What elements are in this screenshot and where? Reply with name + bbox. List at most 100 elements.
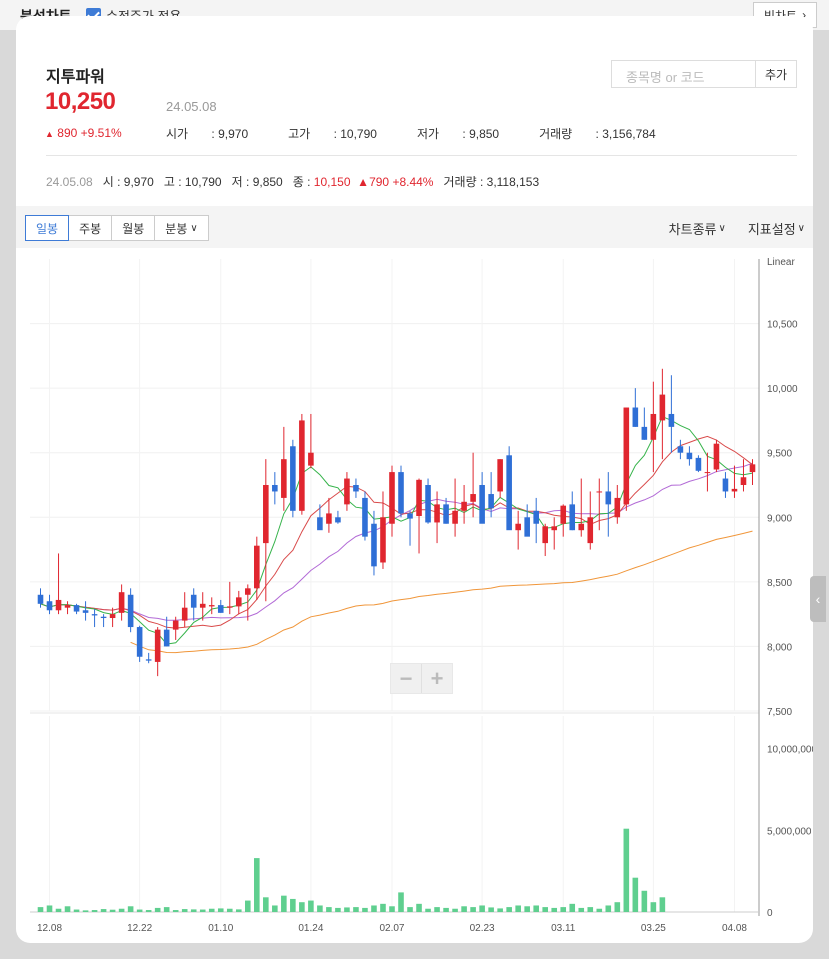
candle	[542, 526, 549, 544]
volume-bar	[470, 907, 476, 912]
candle	[109, 614, 116, 619]
volume-tick-label: 5,000,000	[767, 826, 812, 837]
x-tick-label: 03.25	[641, 923, 666, 934]
volume-bar	[407, 907, 413, 912]
volume-bar	[641, 890, 648, 912]
candle	[497, 459, 503, 492]
volume-bar	[380, 903, 386, 912]
candle	[524, 517, 530, 537]
volume-bar	[596, 908, 603, 912]
volume-bar	[479, 905, 485, 912]
candle	[353, 485, 359, 492]
volume-bar	[524, 906, 530, 912]
volume-bar	[578, 907, 585, 912]
candle	[199, 603, 206, 608]
price-tick-label: 10,000	[767, 384, 798, 395]
candle	[91, 614, 98, 616]
volume-bar	[235, 909, 242, 912]
price-tick-label: 9,500	[767, 449, 792, 460]
candle	[425, 485, 431, 523]
volume-tick-label: 10,000,000	[767, 745, 813, 756]
zoom-in-button[interactable]: +	[422, 664, 452, 693]
candle	[722, 478, 729, 492]
candle	[641, 426, 648, 440]
x-tick-label: 12.22	[127, 923, 152, 934]
candle	[578, 523, 585, 531]
price-tick-label: 10,500	[767, 320, 798, 331]
volume-bar	[73, 909, 80, 912]
volume-bar	[172, 910, 179, 912]
volume-bar	[308, 900, 314, 912]
candle	[731, 488, 738, 492]
x-tick-label: 02.07	[379, 923, 404, 934]
candle	[605, 491, 612, 505]
candle	[64, 605, 71, 608]
candle	[290, 446, 296, 511]
volume-bar	[632, 877, 639, 912]
volume-bar	[37, 907, 44, 912]
candle	[443, 504, 449, 524]
volume-bar	[263, 897, 269, 912]
candle	[281, 459, 287, 498]
volume-bar	[398, 892, 404, 912]
candle	[100, 616, 107, 619]
candle	[587, 517, 594, 544]
candle	[650, 413, 657, 440]
volume-bar	[533, 905, 539, 912]
candle	[118, 592, 125, 613]
volume-bar	[659, 897, 666, 912]
x-tick-label: 03.11	[551, 923, 576, 934]
volume-bar	[199, 909, 206, 912]
side-panel-toggle[interactable]: ‹	[810, 576, 826, 622]
volume-tick-label: 0	[767, 908, 773, 919]
volume-bar	[217, 908, 224, 912]
volume-bar	[154, 907, 161, 912]
candle	[335, 517, 341, 523]
volume-bar	[254, 858, 260, 912]
volume-bar	[389, 906, 395, 912]
candle	[686, 452, 693, 460]
candle	[362, 497, 368, 537]
candle	[668, 413, 675, 427]
tab-daily[interactable]: 일봉	[25, 215, 70, 241]
volume-bar	[109, 909, 116, 912]
zoom-out-button[interactable]: −	[391, 664, 421, 693]
candle	[434, 504, 440, 523]
volume-bar	[605, 905, 612, 912]
candle	[713, 443, 720, 470]
volume-bar	[623, 828, 630, 912]
candle	[136, 627, 143, 657]
candle	[371, 523, 377, 567]
volume-bar	[506, 907, 512, 912]
chart-panel: 지투파워 10,250 24.05.08 ▲ 890 +9.51% 시가 : 9…	[16, 16, 813, 943]
volume-bar	[190, 909, 197, 912]
volume-bar	[362, 907, 368, 912]
volume-bar	[46, 905, 53, 912]
candle	[154, 629, 161, 662]
candle	[416, 479, 422, 516]
candle	[55, 599, 62, 611]
candle	[695, 457, 702, 471]
volume-bar	[371, 905, 377, 912]
x-tick-label: 12.08	[37, 923, 62, 934]
volume-bar	[587, 907, 594, 912]
volume-bar	[208, 908, 215, 912]
scale-label: Linear	[767, 257, 795, 268]
chevron-left-icon: ‹	[815, 591, 821, 607]
volume-bar	[118, 908, 125, 912]
volume-bar	[515, 905, 521, 912]
volume-bar	[64, 906, 71, 912]
volume-bar	[82, 910, 89, 912]
candle	[235, 597, 242, 607]
candle	[533, 510, 539, 524]
volume-bar	[497, 908, 503, 912]
candle	[181, 607, 188, 621]
x-tick-label: 01.24	[298, 923, 323, 934]
volume-bar	[569, 903, 576, 912]
candle	[208, 605, 215, 607]
volume-bar	[100, 909, 107, 912]
volume-bar	[650, 902, 657, 912]
candle	[560, 505, 567, 524]
price-chart[interactable]: Linear 10,500 10,000 9,500 9,000 8,500 8,000 7,…	[16, 16, 813, 943]
candle	[145, 659, 152, 661]
